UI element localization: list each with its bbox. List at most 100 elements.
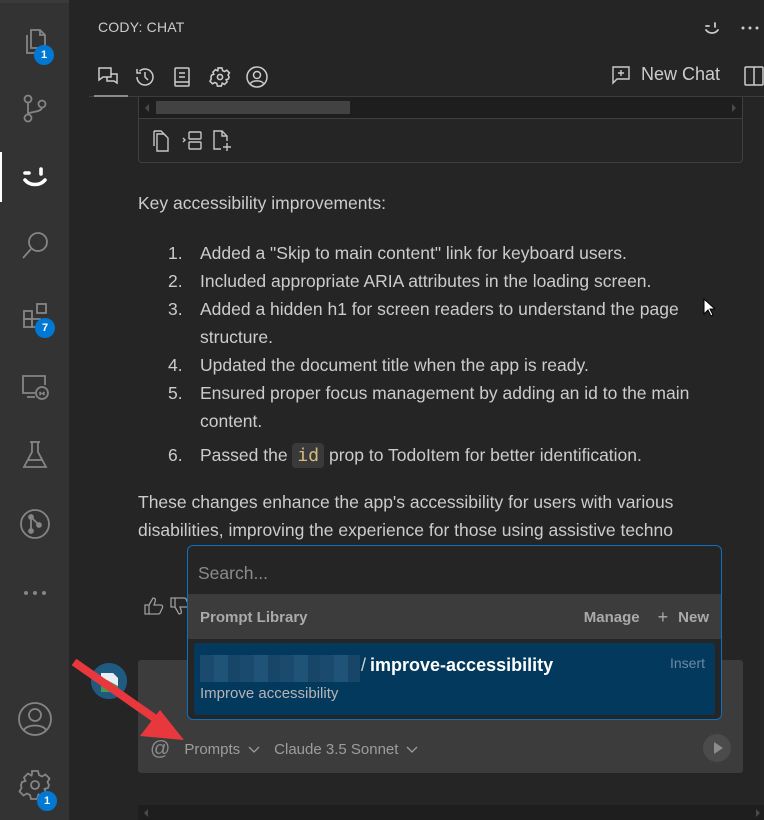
panel-title: CODY: CHAT: [98, 19, 185, 35]
source-control-button[interactable]: [0, 75, 69, 141]
history-icon: [136, 68, 154, 86]
gear-icon: [209, 67, 231, 87]
activity-bar: 1 7 1: [0, 0, 69, 820]
list-number: 5.: [168, 383, 183, 403]
input-toolbar: @ Prompts Claude 3.5 Sonnet: [150, 738, 418, 761]
more-button[interactable]: [0, 560, 69, 626]
list-number: 6.: [168, 445, 183, 465]
list-item: 6. Passed the id prop to TodoItem for bet…: [168, 441, 708, 470]
new-file-icon[interactable]: [211, 129, 233, 153]
search-button[interactable]: [0, 213, 69, 279]
new-prompt-button[interactable]: New: [678, 609, 709, 626]
manage-settings-button[interactable]: 1: [0, 752, 69, 818]
remote-explorer-icon: [21, 375, 49, 400]
redacted-owner: [200, 655, 360, 682]
panel-tabbar: New Chat: [89, 59, 764, 97]
prompts-label: Prompts: [184, 741, 241, 758]
list-text: Added a "Skip to main content" link for …: [200, 243, 627, 263]
tab-prompts[interactable]: [168, 63, 196, 91]
chevron-down-icon: [248, 746, 260, 753]
list-number: 3.: [168, 299, 183, 319]
prompt-description: Improve accessibility: [200, 685, 339, 702]
model-dropdown[interactable]: Claude 3.5 Sonnet: [274, 741, 418, 758]
extensions-button[interactable]: 7: [0, 284, 69, 350]
list-text: Included appropriate ARIA attributes in …: [200, 271, 652, 291]
scroll-left-arrow[interactable]: [145, 104, 149, 112]
ellipsis-icon: [23, 591, 46, 595]
send-button[interactable]: [703, 734, 731, 762]
scrollbar-thumb[interactable]: [156, 101, 350, 114]
thumbs-up-icon[interactable]: [143, 595, 165, 617]
assistant-message: Key accessibility improvements: 1. Added …: [138, 189, 708, 544]
prompt-search-input[interactable]: Search...: [188, 546, 721, 595]
code-actions: [151, 129, 233, 153]
message-summary: These changes enhance the app's accessib…: [138, 492, 674, 540]
git-graph-icon: [19, 509, 50, 539]
code-horizontal-scrollbar[interactable]: [139, 97, 742, 119]
explorer-badge: 1: [34, 45, 54, 65]
list-item: 2. Included appropriate ARIA attributes i…: [168, 267, 708, 295]
cody-icon: [705, 22, 719, 34]
tab-chat[interactable]: [94, 63, 128, 97]
manage-prompts-button[interactable]: Manage: [584, 609, 640, 626]
tab-settings[interactable]: [206, 63, 234, 91]
list-text: prop to TodoItem for better identificati…: [324, 445, 642, 465]
scroll-left-arrow[interactable]: [144, 809, 148, 817]
book-icon: [174, 67, 190, 87]
cody-title-button[interactable]: [698, 15, 726, 41]
settings-badge: 1: [37, 791, 57, 811]
model-label: Claude 3.5 Sonnet: [274, 741, 399, 758]
user-avatar: [91, 663, 127, 699]
tab-history[interactable]: [131, 63, 159, 91]
source-control-icon: [23, 94, 46, 123]
cody-icon: [22, 167, 47, 187]
prompt-picker-popup: Search... Prompt Library Manage + New / i…: [187, 545, 722, 720]
ellipsis-icon: [741, 26, 759, 30]
prompts-dropdown[interactable]: Prompts: [184, 741, 260, 758]
testing-button[interactable]: [0, 422, 69, 488]
tab-account[interactable]: [243, 63, 271, 91]
inline-code: id: [292, 443, 325, 468]
flask-icon: [22, 441, 47, 468]
cody-button[interactable]: [0, 144, 69, 210]
split-editor-button[interactable]: [744, 65, 764, 87]
scroll-right-arrow[interactable]: [756, 809, 760, 817]
explorer-button[interactable]: 1: [0, 9, 69, 75]
panel-horizontal-scrollbar[interactable]: [138, 805, 764, 820]
list-number: 2.: [168, 271, 183, 291]
accounts-button[interactable]: [0, 686, 69, 752]
insert-prompt-button[interactable]: Insert: [670, 655, 705, 671]
chat-icon: [98, 67, 118, 85]
git-graph-button[interactable]: [0, 491, 69, 557]
code-block: [138, 97, 743, 163]
list-text: Updated the document title when the app …: [200, 355, 589, 375]
panel-title-actions: [698, 15, 764, 41]
new-chat-button[interactable]: New Chat: [611, 64, 720, 85]
list-text: Passed the: [200, 445, 293, 465]
list-item: 1. Added a "Skip to main content" link fo…: [168, 239, 708, 267]
list-item: 3. Added a hidden h1 for screen readers t…: [168, 295, 708, 351]
search-icon: [21, 232, 48, 259]
list-text: Added a hidden h1 for screen readers to …: [200, 299, 679, 347]
prompt-name: / improve-accessibility: [361, 655, 554, 675]
chevron-down-icon: [406, 746, 418, 753]
mention-at-icon[interactable]: @: [150, 738, 170, 761]
prompt-item[interactable]: / improve-accessibility Improve accessibi…: [194, 643, 715, 715]
copy-icon[interactable]: [151, 129, 173, 153]
insert-at-cursor-icon[interactable]: [181, 129, 203, 153]
account-icon: [246, 66, 268, 88]
list-item: 5. Ensured proper focus management by add…: [168, 379, 708, 435]
prompt-library-title: Prompt Library: [200, 608, 308, 626]
mouse-cursor-icon: [703, 298, 715, 317]
remote-explorer-button[interactable]: [0, 353, 69, 419]
avatar-image: [91, 663, 127, 699]
prompt-library-header: Prompt Library Manage + New: [188, 595, 721, 639]
plus-icon[interactable]: +: [658, 607, 669, 628]
scroll-right-arrow[interactable]: [732, 104, 736, 112]
extensions-badge: 7: [35, 318, 55, 338]
list-text: Ensured proper focus management by addin…: [200, 383, 690, 431]
split-icon: [744, 66, 764, 86]
more-actions-button[interactable]: [736, 15, 764, 41]
account-icon: [17, 702, 52, 736]
list-item: 4. Updated the document title when the ap…: [168, 351, 708, 379]
